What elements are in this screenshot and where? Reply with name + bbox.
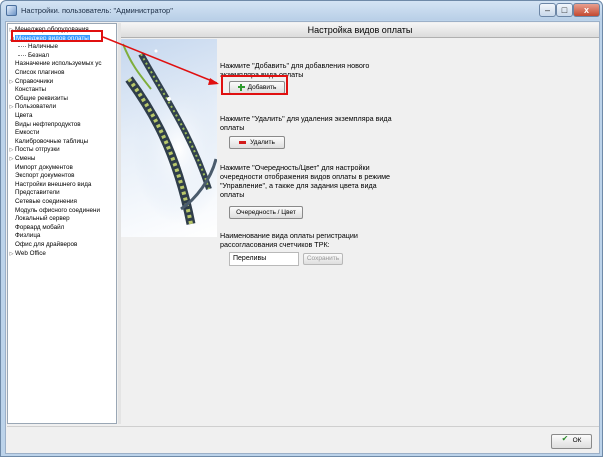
tree-item[interactable]: Настройки внешнего вида — [8, 181, 91, 189]
expand-arrow-icon[interactable]: ▷ — [8, 250, 15, 258]
tree-item-label: Импорт документов — [15, 163, 73, 171]
settings-tree[interactable]: ▷ Менеджер оборудования ◢ Менеджер видов оп… — [7, 23, 117, 424]
tree-item[interactable]: Модуль офисного соединени — [8, 207, 100, 215]
expand-arrow-icon[interactable]: ▷ — [8, 78, 15, 86]
tree-item[interactable]: ▷ Web Office — [8, 250, 46, 258]
tree-item-label: Форвард мобайл — [15, 223, 65, 231]
app-icon — [6, 5, 17, 16]
trk-label: Наименование вида оплаты регистрации рас… — [220, 231, 358, 249]
tree-item-label: Модуль офисного соединени — [15, 206, 101, 214]
tree-item[interactable]: Импорт документов — [8, 164, 73, 172]
tree-item-label: Пользователи — [15, 103, 57, 111]
checkmark-icon — [562, 433, 570, 444]
minus-icon — [239, 140, 247, 144]
tree-item[interactable]: Константы — [8, 86, 46, 94]
ok-button[interactable]: ОК — [551, 433, 592, 449]
tree-item[interactable]: Цвета — [8, 112, 33, 120]
order-instructions: Нажмите "Очередность/Цвет" для настройки… — [220, 163, 391, 199]
order-color-button[interactable]: Очередность / Цвет — [229, 206, 303, 219]
expand-arrow-icon[interactable]: ▷ — [8, 146, 15, 154]
tree-item-label: Цвета — [15, 112, 33, 119]
tree-item[interactable]: Сетевые соединения — [8, 198, 77, 206]
close-button[interactable]: x — [573, 3, 600, 17]
save-button[interactable]: Сохранить — [303, 253, 343, 265]
tree-item-label: Калибровочные таблицы — [15, 137, 89, 145]
panel-header: Настройка видов оплаты — [121, 23, 599, 38]
window-content: ▷ Менеджер оборудования ◢ Менеджер видов оп… — [5, 21, 600, 454]
tree-item-label: Смены — [15, 155, 36, 162]
panel-title: Настройка видов оплаты — [307, 25, 413, 35]
tree-item-label: Web Office — [15, 249, 46, 257]
tree-item-label: Физлица — [15, 232, 41, 240]
delete-button-label: Удалить — [250, 139, 275, 146]
payment-settings-panel: Настройка видов оплаты Нажмите "Добавить… — [121, 23, 599, 424]
expand-arrow-icon[interactable]: ▷ — [8, 103, 15, 111]
tree-item-label: Емкости — [15, 129, 40, 137]
bottom-bar: ОК — [7, 426, 599, 453]
tree-item[interactable]: Калибровочные таблицы — [8, 138, 88, 146]
tree-item[interactable]: Офис для драйверов — [8, 241, 77, 249]
ok-button-label: ОК — [572, 437, 582, 444]
tree-item[interactable]: Локальный сервер — [8, 215, 70, 223]
trk-payment-type-input[interactable]: Переливы — [229, 252, 299, 266]
tree-item[interactable]: Безнал — [18, 52, 49, 60]
tree-item[interactable]: Форвард мобайл — [8, 224, 64, 232]
tree-item-label: Общие реквизиты — [15, 94, 68, 102]
tree-item-label: Сетевые соединения — [15, 198, 77, 205]
tree-item[interactable]: ▷ Смены — [8, 155, 36, 163]
tree-item-label: Настройки внешнего вида — [15, 180, 92, 188]
delete-instructions: Нажмите "Удалить" для удаления экземпляр… — [220, 114, 392, 132]
tree-item-label: Офис для драйверов — [15, 241, 78, 248]
tree-item[interactable]: ▷ Пользователи — [8, 103, 57, 111]
tree-item[interactable]: Список плагинов — [8, 69, 64, 77]
window-title: Настройки. пользователь: "Администратор" — [21, 6, 173, 15]
annotation-highlight-add — [221, 75, 288, 95]
tree-item[interactable]: Физлица — [8, 232, 40, 240]
tree-item[interactable]: ▷ Справочники — [8, 77, 54, 86]
tree-item[interactable]: Наличные — [18, 43, 58, 51]
maximize-button[interactable]: □ — [556, 3, 573, 17]
delete-button[interactable]: Удалить — [229, 136, 285, 149]
tree-item-label: Справочники — [15, 77, 54, 85]
tree-item-label: Экспорт документов — [15, 172, 75, 180]
expand-arrow-icon[interactable]: ▷ — [8, 155, 15, 163]
tree-item[interactable]: Виды нефтепродуктов — [8, 121, 81, 129]
tree-item-label: Назначение используемых ус — [15, 60, 102, 68]
tree-item[interactable]: Представители — [8, 189, 60, 197]
tree-item[interactable]: Экспорт документов — [8, 172, 74, 180]
tree-item-label: Посты отгрузки — [15, 146, 60, 154]
tree-item[interactable]: ▷ Посты отгрузки — [8, 146, 60, 154]
tree-item[interactable]: Емкости — [8, 129, 39, 137]
tree-item-label: Представители — [15, 189, 60, 197]
annotation-highlight-tree — [11, 30, 103, 42]
tree-item-label: Виды нефтепродуктов — [15, 120, 81, 128]
settings-window: Настройки. пользователь: "Администратор"… — [0, 0, 603, 457]
decorative-art — [121, 39, 217, 237]
tree-item-label: Список плагинов — [15, 69, 65, 76]
tree-item-label: Константы — [15, 86, 46, 94]
minimize-button[interactable]: – — [539, 3, 556, 17]
tree-item-label: Безнал — [28, 51, 50, 59]
tree-item-label: Наличные — [28, 43, 59, 51]
tree-item[interactable]: Общие реквизиты — [8, 95, 68, 103]
title-bar[interactable]: Настройки. пользователь: "Администратор"… — [1, 1, 602, 20]
tree-item[interactable]: Назначение используемых ус — [8, 60, 102, 68]
tree-item-label: Локальный сервер — [15, 215, 70, 223]
